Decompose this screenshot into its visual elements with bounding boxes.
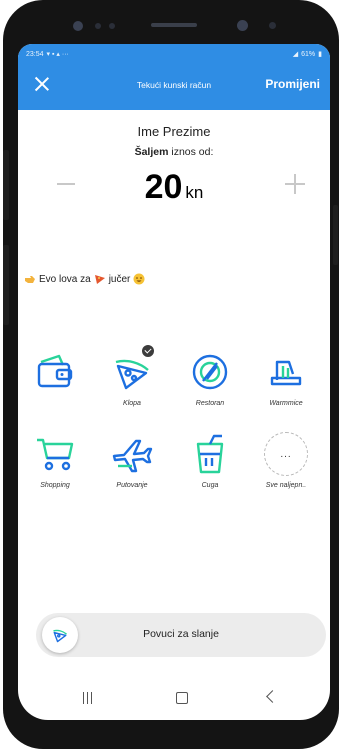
airplane-icon [112,439,153,473]
category-klopa[interactable]: Klopa [97,344,167,407]
message-text[interactable]: Evo lova za jučer [24,273,145,285]
swipe-to-send-slider[interactable]: Povuci za slanje [36,613,326,657]
category-label: Restoran [195,400,225,407]
category-restoran[interactable]: Restoran [175,350,245,407]
category-cuga[interactable]: Cuga [175,432,245,489]
volume-up-button [3,150,9,220]
pizza-emoji-icon [94,275,105,284]
battery-percent: 61% [301,50,316,58]
sensor-icon [109,23,115,29]
front-camera-icon [73,21,83,31]
message-part2: jučer [108,273,131,285]
status-bar: 23:54 ▾ ▪ ▴ ··· ◢ 61% ▮ [18,44,330,64]
amount-value: 20 [144,168,183,206]
toolbar: Tekući kunski račun Promijeni [18,64,330,108]
drink-icon [196,434,224,474]
sending-rest: iznos od: [168,146,214,158]
increase-amount-button[interactable] [285,174,305,194]
earpiece-speaker [151,23,197,27]
more-icon: ... [264,432,308,476]
top-bezel [21,8,321,44]
amount-currency: kn [185,183,204,202]
recipient-name: Ime Prezime [137,124,211,139]
category-putovanje[interactable]: Putovanje [97,432,167,489]
message-part1: Evo lova za [39,273,91,285]
swipe-label: Povuci za slanje [143,628,219,640]
cart-icon [37,438,74,471]
proximity-sensor-icon [269,22,276,29]
selected-check-icon [141,344,155,358]
smiling-face-emoji-icon [133,273,145,285]
category-shopping[interactable]: Shopping [20,432,90,489]
category-warmmice[interactable]: Warmmice [251,350,321,407]
sending-bold: Šaljem [134,146,169,158]
signal-icon: ◢ [292,51,299,58]
status-time: 23:54 [26,50,44,58]
category-label: Warmmice [269,400,303,407]
amount-row: 20 kn [18,168,330,212]
category-label: Shopping [40,482,70,489]
iris-scanner-icon [237,20,248,31]
vacuum-icon [270,360,302,386]
pointing-hand-emoji-icon [25,276,35,283]
battery-icon: ▮ [318,51,322,58]
category-label: Klopa [123,400,141,407]
amount-display[interactable]: 20 kn [18,168,330,207]
app-screen: 23:54 ▾ ▪ ▴ ··· ◢ 61% ▮ Tekući kunski ra… [18,44,330,720]
category-wallet[interactable] [20,350,90,394]
wallet-icon [37,354,73,388]
app-header: 23:54 ▾ ▪ ▴ ··· ◢ 61% ▮ Tekući kunski ra… [18,44,330,110]
back-icon[interactable] [266,690,279,703]
home-icon[interactable] [176,692,188,704]
system-nav-bar [18,680,330,720]
category-label: Cuga [201,482,219,489]
phone-frame: 23:54 ▾ ▪ ▴ ··· ◢ 61% ▮ Tekući kunski ra… [3,0,339,749]
notification-icons: ▾ ▪ ▴ ··· [46,51,69,58]
plate-icon [192,354,228,390]
recent-apps-icon[interactable] [82,692,94,704]
category-label: Putovanje [116,482,148,489]
power-button [333,205,338,265]
category-label: Sve naljepn.. [265,482,307,489]
change-account-button[interactable]: Promijeni [265,77,320,91]
volume-down-button [3,245,9,325]
sending-label: Šaljem iznos od: [18,146,330,158]
sensor-icon [95,23,101,29]
category-sve-naljepnice[interactable]: ... Sve naljepn.. [251,432,321,489]
